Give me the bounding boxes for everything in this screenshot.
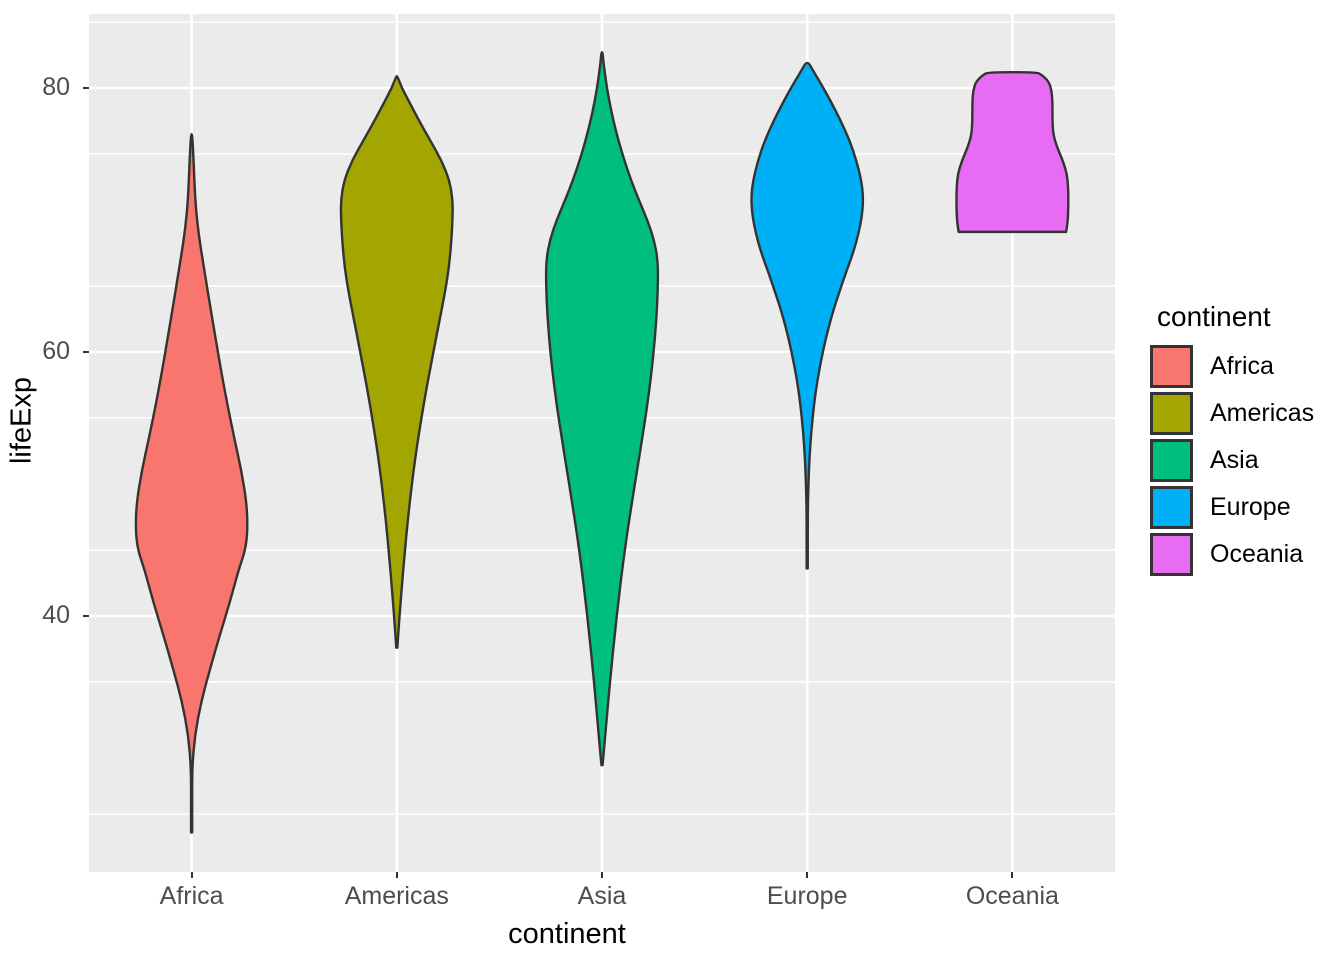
x-tick-mark [1011, 872, 1014, 878]
legend-title: continent [1157, 301, 1271, 332]
violin-oceania [955, 70, 1070, 234]
legend-item-americas[interactable]: Americas [1150, 390, 1340, 437]
violin-europe [750, 61, 865, 570]
legend-item-oceania[interactable]: Oceania [1150, 531, 1340, 578]
y-tick-mark [83, 87, 89, 89]
x-tick-label: Europe [766, 882, 848, 910]
legend-key-swatch [1150, 439, 1193, 482]
violin-africa [134, 133, 249, 834]
legend-item-africa[interactable]: Africa [1150, 343, 1340, 390]
legend-key-swatch [1150, 345, 1193, 388]
legend-item-label: Asia [1210, 446, 1259, 474]
legend-item-label: Europe [1210, 493, 1291, 521]
violin-asia [544, 51, 660, 767]
legend-key-swatch [1150, 486, 1193, 529]
x-tick-label: Asia [577, 882, 627, 910]
violin-plot-svg [89, 14, 1115, 872]
y-axis-title: lifeExp [5, 376, 38, 465]
y-tick-label: 80 [42, 73, 70, 101]
legend-item-asia[interactable]: Asia [1150, 437, 1340, 484]
legend-key-swatch [1150, 533, 1193, 576]
violin-americas [339, 74, 454, 649]
legend-items: Africa Americas Asia Europe Oceania [1150, 343, 1340, 578]
plot-panel [89, 14, 1115, 872]
x-tick-mark [190, 872, 193, 878]
legend-item-label: Americas [1210, 399, 1315, 427]
legend-key-swatch [1150, 392, 1193, 435]
y-tick-mark [83, 351, 89, 353]
x-tick-mark [806, 872, 809, 878]
chart-root: 80 60 40 Africa Americas Asia Europe Oceania c… [0, 0, 1344, 960]
x-tick-label: Oceania [965, 882, 1059, 910]
y-tick-mark [83, 615, 89, 617]
legend-item-label: Oceania [1210, 540, 1304, 568]
x-tick-label: Americas [344, 882, 449, 910]
legend-item-label: Africa [1210, 352, 1274, 380]
x-tick-mark [395, 872, 398, 878]
violin-shapes [134, 51, 1070, 834]
legend: continent Africa Americas Asia Europe Oceani… [1150, 303, 1340, 578]
x-tick-label: Africa [159, 882, 224, 910]
x-axis-title: continent [508, 918, 626, 950]
y-tick-label: 40 [42, 601, 70, 629]
x-tick-mark [601, 872, 603, 878]
legend-item-europe[interactable]: Europe [1150, 484, 1340, 531]
